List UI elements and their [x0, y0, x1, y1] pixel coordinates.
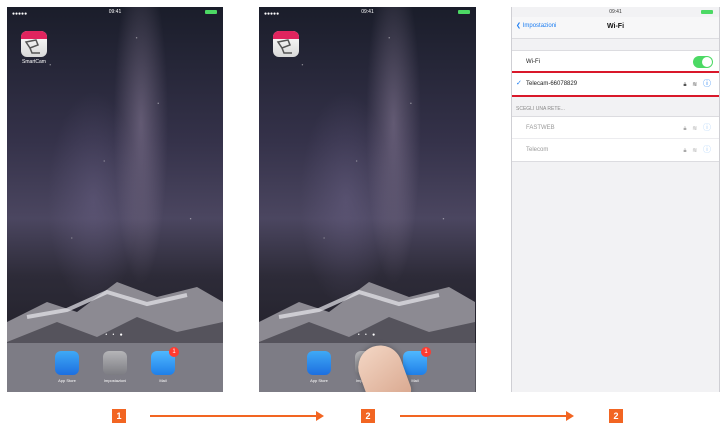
- page-indicator: • • ●: [357, 332, 378, 338]
- status-bar: 09:41: [512, 7, 719, 17]
- lock-icon: 🔒︎: [683, 82, 689, 88]
- wifi-settings-screen: 09:41 ❮ Impostazioni Wi-Fi Wi-Fi ✓ Telec…: [511, 7, 720, 392]
- status-time: 09:41: [609, 9, 622, 15]
- step-marker: 2: [609, 409, 623, 423]
- lock-icon: 🔒︎: [683, 148, 689, 154]
- info-icon[interactable]: ⓘ: [703, 79, 713, 88]
- home-screen-1: ●●●●● 09:41 SmartCam • • ● App Store Impo…: [7, 7, 223, 392]
- home-screen-2: ●●●●●09:41 • • ● App Store Impostazioni …: [259, 7, 476, 392]
- network-name: Telecam-66078829: [526, 81, 578, 87]
- wifi-group: Wi-Fi ✓ Telecam-66078829 🔒︎ ≋ ⓘ: [512, 50, 719, 97]
- checkmark-icon: ✓: [516, 80, 522, 87]
- wifi-signal-icon: ≋: [692, 82, 700, 88]
- network-name: Telecom: [526, 147, 549, 153]
- network-name: FASTWEB: [526, 125, 555, 131]
- network-list: FASTWEB 🔒︎ ≋ ⓘ Telecom 🔒︎ ≋ ⓘ: [512, 116, 719, 162]
- page-title: Wi-Fi: [606, 23, 625, 30]
- info-icon[interactable]: ⓘ: [703, 145, 713, 154]
- dock-label: App Store: [310, 378, 328, 383]
- mail-icon[interactable]: 1: [151, 347, 179, 375]
- connected-network-row[interactable]: ✓ Telecam-66078829 🔒︎ ≋ ⓘ: [512, 71, 719, 97]
- step-marker: 1: [112, 409, 126, 423]
- step-arrow: [400, 411, 574, 421]
- smartcam-app-label: SmartCam: [22, 59, 46, 65]
- app-store-icon[interactable]: [307, 351, 331, 375]
- wifi-toggle[interactable]: [693, 56, 713, 68]
- dock: App Store Impostazioni 1 Mail: [7, 343, 223, 392]
- camera-icon: [276, 39, 292, 54]
- info-icon[interactable]: ⓘ: [703, 123, 713, 132]
- dock-label: App Store: [58, 378, 76, 383]
- page-indicator: • • ●: [105, 332, 125, 338]
- status-time: 09:41: [108, 9, 122, 15]
- dock-label: Mail: [159, 378, 167, 383]
- camera-icon: [24, 39, 40, 54]
- mail-badge: 1: [421, 347, 431, 357]
- status-bar: ●●●●● 09:41: [7, 7, 223, 17]
- dock-label: Impostazioni: [103, 378, 127, 383]
- network-row[interactable]: FASTWEB 🔒︎ ≋ ⓘ: [512, 117, 719, 139]
- wifi-signal-icon: ≋: [692, 148, 700, 154]
- step-arrow: [150, 411, 324, 421]
- wifi-toggle-row: Wi-Fi: [512, 51, 719, 73]
- smartcam-app-icon[interactable]: [21, 31, 47, 57]
- battery-icon: [205, 10, 217, 14]
- mail-icon[interactable]: 1: [403, 347, 431, 375]
- lock-icon: 🔒︎: [683, 126, 689, 132]
- step-marker: 2: [361, 409, 375, 423]
- status-time: 09:41: [361, 9, 374, 15]
- nav-bar: ❮ Impostazioni Wi-Fi: [512, 17, 719, 39]
- network-row[interactable]: Telecom 🔒︎ ≋ ⓘ: [512, 139, 719, 161]
- battery-icon: [458, 10, 470, 14]
- battery-icon: [701, 10, 713, 14]
- status-bar: ●●●●● 09:41: [259, 7, 476, 17]
- smartcam-app-icon[interactable]: [273, 31, 299, 57]
- app-store-icon[interactable]: [55, 351, 79, 375]
- wifi-signal-icon: ≋: [692, 126, 700, 132]
- wifi-label: Wi-Fi: [526, 59, 540, 65]
- mail-badge: 1: [169, 347, 179, 357]
- tutorial-stage: ●●●●● 09:41 SmartCam • • ● App Store Impo…: [0, 0, 721, 432]
- settings-icon[interactable]: [103, 351, 127, 375]
- section-header: SCEGLI UNA RETE...: [516, 106, 565, 112]
